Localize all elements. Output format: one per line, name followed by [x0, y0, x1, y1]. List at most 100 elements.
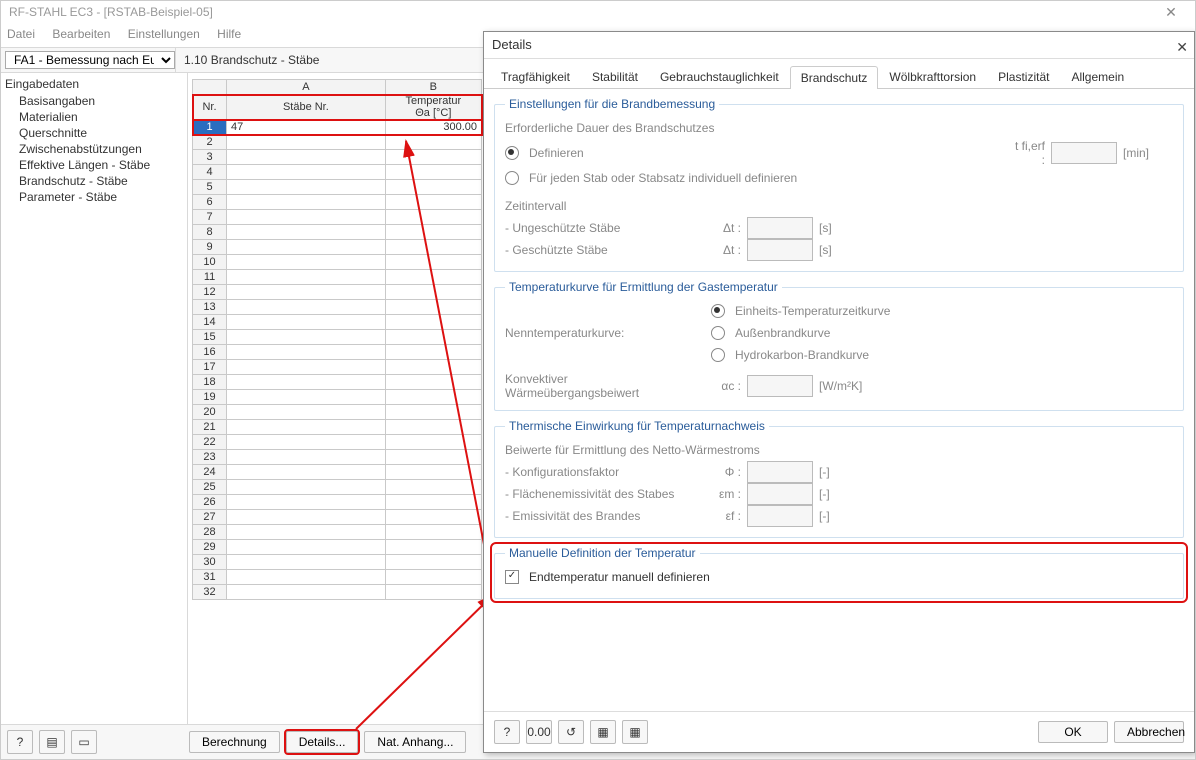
row-26-temp[interactable] [385, 495, 481, 510]
row-12-staebe[interactable] [227, 285, 386, 300]
window-close-button[interactable]: ✕ [1151, 1, 1191, 23]
row-28-staebe[interactable] [227, 525, 386, 540]
row-5-staebe[interactable] [227, 180, 386, 195]
row-4-num[interactable]: 4 [193, 165, 227, 180]
tree-root[interactable]: Eingabedaten [5, 77, 183, 91]
row-18-staebe[interactable] [227, 375, 386, 390]
input-ef[interactable] [747, 505, 813, 527]
berechnung-button[interactable]: Berechnung [189, 731, 280, 753]
row-12-temp[interactable] [385, 285, 481, 300]
row-27-temp[interactable] [385, 510, 481, 525]
row-2-staebe[interactable] [227, 135, 386, 150]
tab-allgemein[interactable]: Allgemein [1060, 65, 1135, 88]
row-19-temp[interactable] [385, 390, 481, 405]
tab-tragfaehigkeit[interactable]: Tragfähigkeit [490, 65, 581, 88]
row-14-temp[interactable] [385, 315, 481, 330]
row-25-staebe[interactable] [227, 480, 386, 495]
input-phi[interactable] [747, 461, 813, 483]
row-30-temp[interactable] [385, 555, 481, 570]
row-1-num[interactable]: 1 [193, 120, 227, 135]
row-1-staebe[interactable]: 47 [227, 120, 386, 135]
tab-brandschutz[interactable]: Brandschutz [790, 66, 879, 89]
row-3-num[interactable]: 3 [193, 150, 227, 165]
row-16-num[interactable]: 16 [193, 345, 227, 360]
tree-item-effektive-laengen[interactable]: Effektive Längen - Stäbe [5, 157, 183, 173]
row-4-staebe[interactable] [227, 165, 386, 180]
row-19-staebe[interactable] [227, 390, 386, 405]
row-21-temp[interactable] [385, 420, 481, 435]
input-dt-prot[interactable] [747, 239, 813, 261]
dlg-abbrechen-button[interactable]: Abbrechen [1114, 721, 1184, 743]
tree-item-materialien[interactable]: Materialien [5, 109, 183, 125]
checkbox-endtemperatur[interactable] [505, 570, 519, 584]
row-13-num[interactable]: 13 [193, 300, 227, 315]
menu-file[interactable]: Datei [7, 27, 35, 41]
row-9-temp[interactable] [385, 240, 481, 255]
row-29-num[interactable]: 29 [193, 540, 227, 555]
dlg-reset-icon[interactable]: ↺ [558, 720, 584, 744]
row-6-num[interactable]: 6 [193, 195, 227, 210]
row-9-num[interactable]: 9 [193, 240, 227, 255]
tree-item-basisangaben[interactable]: Basisangaben [5, 93, 183, 109]
row-23-staebe[interactable] [227, 450, 386, 465]
row-6-temp[interactable] [385, 195, 481, 210]
menu-edit[interactable]: Bearbeiten [52, 27, 110, 41]
row-7-num[interactable]: 7 [193, 210, 227, 225]
row-24-num[interactable]: 24 [193, 465, 227, 480]
row-11-temp[interactable] [385, 270, 481, 285]
tab-plastizitaet[interactable]: Plastizität [987, 65, 1060, 88]
row-31-temp[interactable] [385, 570, 481, 585]
row-2-num[interactable]: 2 [193, 135, 227, 150]
row-17-staebe[interactable] [227, 360, 386, 375]
row-19-num[interactable]: 19 [193, 390, 227, 405]
row-15-staebe[interactable] [227, 330, 386, 345]
row-10-staebe[interactable] [227, 255, 386, 270]
radio-definieren[interactable] [505, 146, 519, 160]
row-20-temp[interactable] [385, 405, 481, 420]
row-25-num[interactable]: 25 [193, 480, 227, 495]
row-17-temp[interactable] [385, 360, 481, 375]
brandschutz-table[interactable]: A B Nr. Stäbe Nr. Temperatur Θa [°C] 1 4… [192, 79, 482, 600]
row-17-num[interactable]: 17 [193, 360, 227, 375]
row-30-num[interactable]: 30 [193, 555, 227, 570]
row-5-num[interactable]: 5 [193, 180, 227, 195]
row-21-num[interactable]: 21 [193, 420, 227, 435]
row-16-temp[interactable] [385, 345, 481, 360]
tab-stabilitaet[interactable]: Stabilität [581, 65, 649, 88]
row-5-temp[interactable] [385, 180, 481, 195]
row-13-temp[interactable] [385, 300, 481, 315]
toolbar-icon-1[interactable]: ▤ [39, 730, 65, 754]
row-27-num[interactable]: 27 [193, 510, 227, 525]
row-4-temp[interactable] [385, 165, 481, 180]
row-32-temp[interactable] [385, 585, 481, 600]
radio-einheits[interactable] [711, 304, 725, 318]
tab-woelbkrafttorsion[interactable]: Wölbkrafttorsion [878, 65, 987, 88]
row-10-temp[interactable] [385, 255, 481, 270]
row-8-num[interactable]: 8 [193, 225, 227, 240]
row-24-staebe[interactable] [227, 465, 386, 480]
row-28-num[interactable]: 28 [193, 525, 227, 540]
row-25-temp[interactable] [385, 480, 481, 495]
row-11-staebe[interactable] [227, 270, 386, 285]
tree-item-brandschutz[interactable]: Brandschutz - Stäbe [5, 173, 183, 189]
tree-item-parameter[interactable]: Parameter - Stäbe [5, 189, 183, 205]
row-15-temp[interactable] [385, 330, 481, 345]
row-14-num[interactable]: 14 [193, 315, 227, 330]
row-7-temp[interactable] [385, 210, 481, 225]
row-6-staebe[interactable] [227, 195, 386, 210]
details-button[interactable]: Details... [286, 731, 359, 753]
row-23-temp[interactable] [385, 450, 481, 465]
row-31-staebe[interactable] [227, 570, 386, 585]
row-18-num[interactable]: 18 [193, 375, 227, 390]
row-12-num[interactable]: 12 [193, 285, 227, 300]
tree-item-zwischenabstuetzungen[interactable]: Zwischenabstützungen [5, 141, 183, 157]
row-21-staebe[interactable] [227, 420, 386, 435]
row-3-temp[interactable] [385, 150, 481, 165]
row-7-staebe[interactable] [227, 210, 386, 225]
row-16-staebe[interactable] [227, 345, 386, 360]
tree-item-querschnitte[interactable]: Querschnitte [5, 125, 183, 141]
row-24-temp[interactable] [385, 465, 481, 480]
menu-settings[interactable]: Einstellungen [128, 27, 200, 41]
row-26-num[interactable]: 26 [193, 495, 227, 510]
row-27-staebe[interactable] [227, 510, 386, 525]
